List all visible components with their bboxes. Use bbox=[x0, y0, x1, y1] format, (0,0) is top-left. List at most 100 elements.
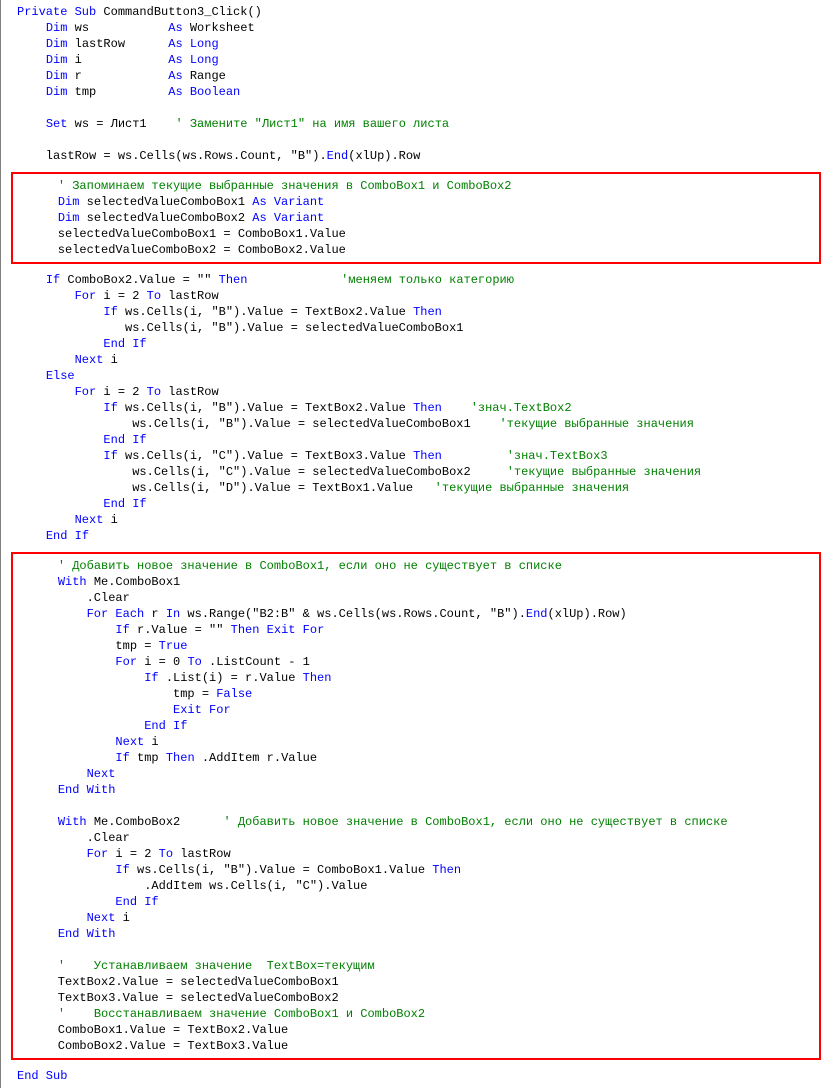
code-text: .Clear bbox=[29, 591, 130, 605]
keyword: Dim bbox=[58, 195, 80, 209]
code-block-footer: End Sub bbox=[1, 1064, 831, 1088]
code-text: ComboBox1.Value = TextBox2.Value bbox=[29, 1023, 288, 1037]
code-text: i = 0 bbox=[137, 655, 187, 669]
keyword: End If bbox=[103, 433, 146, 447]
keyword: Then bbox=[413, 449, 442, 463]
comment: 'знач.TextBox3 bbox=[507, 449, 608, 463]
comment: 'текущие выбранные значения bbox=[499, 417, 693, 431]
code-text: ws.Cells(i, "B").Value = selectedValueCo… bbox=[17, 417, 499, 431]
code-text: tmp bbox=[67, 85, 168, 99]
keyword: True bbox=[159, 639, 188, 653]
code-text: .AddItem ws.Cells(i, "C").Value bbox=[29, 879, 367, 893]
keyword: In bbox=[166, 607, 180, 621]
keyword: Then bbox=[303, 671, 332, 685]
comment: 'текущие выбранные значения bbox=[435, 481, 629, 495]
code-text: lastRow bbox=[173, 847, 231, 861]
keyword: If bbox=[103, 305, 117, 319]
keyword: To bbox=[147, 289, 161, 303]
keyword: Next bbox=[75, 353, 104, 367]
keyword: For Each bbox=[87, 607, 145, 621]
keyword: Dim bbox=[46, 21, 68, 35]
code-text: Worksheet bbox=[183, 21, 255, 35]
code-text: tmp = bbox=[29, 687, 216, 701]
code-text: r bbox=[144, 607, 166, 621]
code-text: ws.Cells(i, "C").Value = TextBox3.Value bbox=[118, 449, 413, 463]
keyword: End With bbox=[58, 783, 116, 797]
keyword: Private Sub bbox=[17, 5, 96, 19]
code-text: .List(i) = r.Value bbox=[159, 671, 303, 685]
code-text: ws.Cells(i, "B").Value = TextBox2.Value bbox=[118, 401, 413, 415]
keyword: End If bbox=[144, 719, 187, 733]
code-text: i bbox=[103, 353, 117, 367]
code-text: lastRow bbox=[161, 289, 219, 303]
code-text: (xlUp).Row bbox=[348, 149, 420, 163]
keyword: Next bbox=[115, 735, 144, 749]
keyword: Dim bbox=[46, 37, 68, 51]
keyword: For bbox=[75, 289, 97, 303]
code-line: End Sub bbox=[1, 1068, 831, 1084]
keyword: Next bbox=[87, 767, 116, 781]
code-viewer: Private Sub CommandButton3_Click() Dim w… bbox=[0, 0, 831, 1088]
code-text: tmp = bbox=[29, 639, 159, 653]
keyword: As Long bbox=[168, 37, 218, 51]
keyword: Then bbox=[413, 401, 442, 415]
code-line: Private Sub CommandButton3_Click() Dim w… bbox=[1, 4, 831, 164]
keyword: End Sub bbox=[17, 1069, 67, 1083]
code-text: ws.Cells(i, "B").Value = selectedValueCo… bbox=[17, 321, 463, 335]
keyword: Exit For bbox=[173, 703, 231, 717]
keyword: Dim bbox=[46, 53, 68, 67]
keyword: End bbox=[327, 149, 349, 163]
keyword: Then bbox=[432, 863, 461, 877]
keyword: If bbox=[115, 623, 129, 637]
keyword: For bbox=[115, 655, 137, 669]
code-text: i = 2 bbox=[96, 289, 146, 303]
keyword: With bbox=[58, 575, 87, 589]
keyword: To bbox=[159, 847, 173, 861]
code-text: selectedValueComboBox2 = ComboBox2.Value bbox=[29, 243, 346, 257]
keyword: Dim bbox=[58, 211, 80, 225]
comment: 'текущие выбранные значения bbox=[507, 465, 701, 479]
code-text: selectedValueComboBox1 = ComboBox1.Value bbox=[29, 227, 346, 241]
comment: ' Добавить новое значение в ComboBox1, е… bbox=[223, 815, 727, 829]
keyword: End bbox=[526, 607, 548, 621]
code-text bbox=[247, 273, 341, 287]
keyword: As Boolean bbox=[168, 85, 240, 99]
code-text bbox=[442, 401, 471, 415]
keyword: Else bbox=[46, 369, 75, 383]
keyword: Next bbox=[87, 911, 116, 925]
keyword: Then bbox=[166, 751, 195, 765]
code-text: ws.Cells(i, "D").Value = TextBox1.Value bbox=[17, 481, 435, 495]
code-text: .Clear bbox=[29, 831, 130, 845]
keyword: Then Exit For bbox=[231, 623, 325, 637]
code-text: i bbox=[144, 735, 158, 749]
code-text: selectedValueComboBox2 bbox=[79, 211, 252, 225]
keyword: If bbox=[103, 449, 117, 463]
code-text: ws.Cells(i, "B").Value = ComboBox1.Value bbox=[130, 863, 432, 877]
keyword: If bbox=[144, 671, 158, 685]
keyword: Next bbox=[75, 513, 104, 527]
highlighted-block-2: ' Добавить новое значение в ComboBox1, е… bbox=[11, 552, 821, 1060]
code-text: Me.ComboBox1 bbox=[87, 575, 181, 589]
keyword: With bbox=[58, 815, 87, 829]
comment: 'меняем только категорию bbox=[341, 273, 514, 287]
code-text: .ListCount - 1 bbox=[202, 655, 310, 669]
code-text: i bbox=[67, 53, 168, 67]
code-text: ws.Range("B2:B" & ws.Cells(ws.Rows.Count… bbox=[180, 607, 526, 621]
comment: ' Замените "Лист1" на имя вашего листа bbox=[175, 117, 449, 131]
comment: ' Запоминаем текущие выбранные значения … bbox=[58, 179, 512, 193]
code-text: lastRow = ws.Cells(ws.Rows.Count, "B"). bbox=[17, 149, 327, 163]
keyword: If bbox=[46, 273, 60, 287]
keyword: End If bbox=[115, 895, 158, 909]
comment: ' Восстанавливаем значение ComboBox1 и C… bbox=[58, 1007, 425, 1021]
keyword: Set bbox=[46, 117, 68, 131]
highlighted-block-1: ' Запоминаем текущие выбранные значения … bbox=[11, 172, 821, 264]
code-text: i bbox=[115, 911, 129, 925]
code-text: r bbox=[67, 69, 168, 83]
code-text: i bbox=[103, 513, 117, 527]
code-text: ws.Cells(i, "B").Value = TextBox2.Value bbox=[118, 305, 413, 319]
code-text: ws.Cells(i, "C").Value = selectedValueCo… bbox=[17, 465, 507, 479]
code-text: .AddItem r.Value bbox=[195, 751, 317, 765]
code-text: (xlUp).Row) bbox=[548, 607, 627, 621]
code-line: ' Добавить новое значение в ComboBox1, е… bbox=[13, 554, 819, 1058]
code-text: Range bbox=[183, 69, 226, 83]
